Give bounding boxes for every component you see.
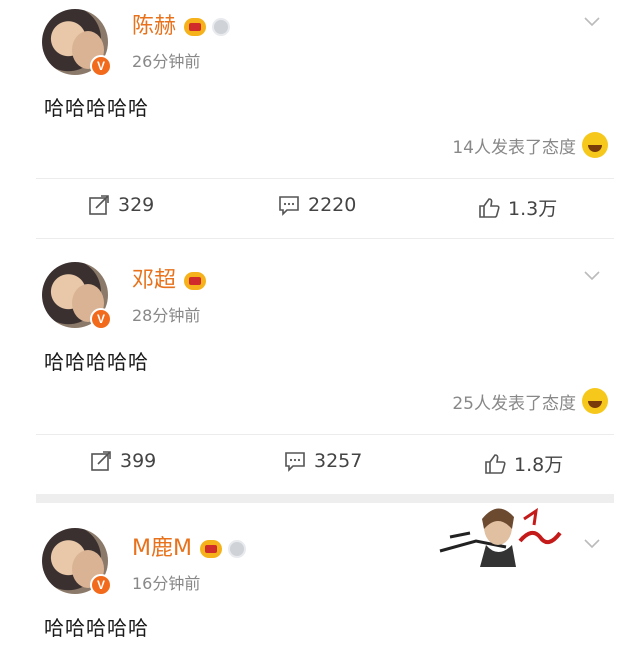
chevron-down-icon[interactable] xyxy=(583,534,601,552)
action-bar: 399 3257 1.8万 xyxy=(0,450,640,480)
medal-icon xyxy=(212,18,231,36)
vip-crown-icon xyxy=(199,540,222,558)
medal-icon xyxy=(227,540,246,558)
comment-button[interactable]: 3257 xyxy=(284,450,362,472)
laugh-emoji-icon xyxy=(582,132,608,158)
username[interactable]: 邓超 xyxy=(132,268,176,293)
reactions-text: 25人发表了态度 xyxy=(452,393,576,414)
repost-count: 399 xyxy=(120,450,157,472)
laugh-emoji-icon xyxy=(582,388,608,414)
vip-crown-icon xyxy=(184,272,207,290)
avatar[interactable]: V xyxy=(42,528,112,596)
comment-icon xyxy=(285,452,305,472)
like-icon xyxy=(479,197,500,218)
post-content: 哈哈哈哈哈 xyxy=(44,616,149,640)
avatar[interactable]: V xyxy=(42,9,112,77)
reactions-summary[interactable]: 14人发表了态度 xyxy=(452,132,608,158)
verified-badge-icon: V xyxy=(90,308,112,330)
repost-icon xyxy=(91,451,111,471)
post-time: 16分钟前 xyxy=(132,574,201,593)
like-count: 1.8万 xyxy=(514,454,564,476)
vip-crown-icon xyxy=(184,18,207,36)
comment-count: 2220 xyxy=(308,194,357,216)
avatar[interactable]: V xyxy=(42,262,112,330)
reactions-summary[interactable]: 25人发表了态度 xyxy=(452,388,608,414)
like-icon xyxy=(485,453,506,474)
fan-card-sticker xyxy=(439,507,562,567)
verified-badge-icon: V xyxy=(90,574,112,596)
post-time: 26分钟前 xyxy=(132,52,201,71)
post-time: 28分钟前 xyxy=(132,306,201,325)
divider xyxy=(36,238,614,239)
verified-badge-icon: V xyxy=(90,55,112,77)
action-bar: 329 2220 1.3万 xyxy=(0,194,640,224)
post-content: 哈哈哈哈哈 xyxy=(44,350,149,374)
divider xyxy=(36,434,614,435)
chevron-down-icon[interactable] xyxy=(583,12,601,30)
comment-button[interactable]: 2220 xyxy=(278,194,356,216)
repost-button[interactable]: 329 xyxy=(88,194,154,216)
repost-button[interactable]: 399 xyxy=(90,450,156,472)
comment-icon xyxy=(279,196,299,216)
repost-icon xyxy=(89,195,109,215)
post-content: 哈哈哈哈哈 xyxy=(44,96,149,120)
comment-count: 3257 xyxy=(314,450,363,472)
like-button[interactable]: 1.3万 xyxy=(478,194,557,221)
repost-count: 329 xyxy=(118,194,155,216)
like-count: 1.3万 xyxy=(508,198,558,220)
reactions-text: 14人发表了态度 xyxy=(452,137,576,158)
username[interactable]: M鹿M xyxy=(132,536,192,561)
divider xyxy=(36,178,614,179)
chevron-down-icon[interactable] xyxy=(583,266,601,284)
like-button[interactable]: 1.8万 xyxy=(484,450,563,477)
username[interactable]: 陈赫 xyxy=(132,14,176,39)
